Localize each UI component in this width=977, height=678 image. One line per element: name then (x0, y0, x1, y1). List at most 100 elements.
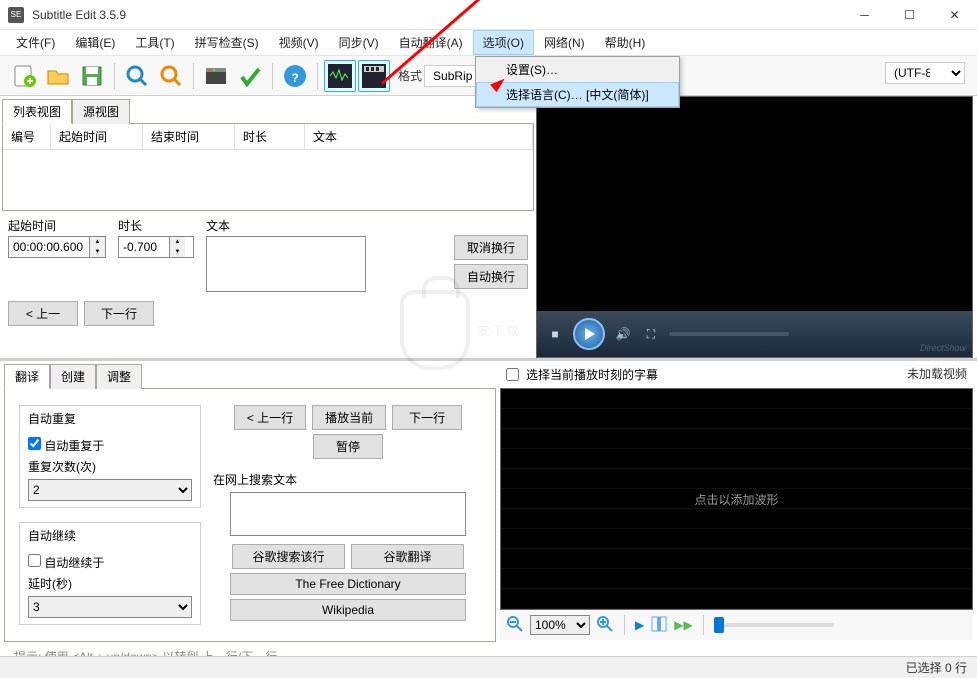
start-time-spinner[interactable]: ▲▼ (8, 236, 106, 258)
th-start[interactable]: 起始时间 (51, 124, 143, 149)
video-canvas[interactable] (537, 97, 972, 309)
spellcheck-icon[interactable] (234, 60, 266, 92)
app-icon: SE (8, 7, 24, 23)
menu-network[interactable]: 网络(N) (534, 30, 595, 55)
tab-listview[interactable]: 列表视图 (2, 99, 72, 124)
stop-icon[interactable]: ■ (545, 324, 565, 344)
tab-sourceview[interactable]: 源视图 (72, 99, 130, 124)
free-dictionary-button[interactable]: The Free Dictionary (230, 573, 466, 595)
fullscreen-icon[interactable]: ⛶ (641, 324, 661, 344)
start-time-input[interactable] (9, 237, 89, 257)
close-button[interactable]: ✕ (932, 0, 977, 30)
waveform-toolbar: 100% ▶ ▶▶ (500, 610, 973, 640)
subtitle-text-input[interactable] (206, 236, 366, 292)
tab-translate[interactable]: 翻译 (4, 364, 50, 389)
waveform-placeholder: 点击以添加波形 (694, 491, 778, 508)
prev-line-button[interactable]: < 上一 (8, 301, 78, 326)
menu-edit[interactable]: 编辑(E) (65, 30, 125, 55)
delay-label: 延时(秒) (28, 575, 192, 592)
zoom-in-icon[interactable] (596, 615, 614, 636)
text-label: 文本 (206, 217, 442, 234)
cancel-wrap-button[interactable]: 取消换行 (454, 235, 528, 260)
auto-continue-checkbox[interactable] (28, 554, 41, 567)
menu-tools[interactable]: 工具(T) (125, 30, 184, 55)
repeat-count-label: 重复次数(次) (28, 458, 192, 475)
maximize-button[interactable]: ☐ (887, 0, 932, 30)
select-sub-at-time-label: 选择当前播放时刻的字幕 (526, 366, 658, 383)
th-end[interactable]: 结束时间 (143, 124, 235, 149)
tab-create[interactable]: 创建 (50, 364, 96, 389)
subtitle-list-pane: 列表视图 源视图 编号 起始时间 结束时间 时长 文本 起始时间 ▲▼ (0, 96, 536, 358)
delay-select[interactable]: 3 (28, 596, 192, 618)
mute-icon[interactable]: 🔊 (613, 324, 633, 344)
waveform-icon[interactable] (324, 60, 356, 92)
menu-bar: 文件(F) 编辑(E) 工具(T) 拼写检查(S) 视频(V) 同步(V) 自动… (0, 30, 977, 56)
dropdown-settings[interactable]: 设置(S)… (476, 57, 679, 82)
search-web-input[interactable] (230, 492, 466, 536)
auto-continue-group: 自动继续 自动继续于 延时(秒) 3 (19, 522, 201, 625)
menu-sync[interactable]: 同步(V) (329, 30, 389, 55)
next-line-button[interactable]: 下一行 (84, 301, 154, 326)
window-title: Subtitle Edit 3.5.9 (32, 8, 842, 22)
start-time-label: 起始时间 (8, 217, 106, 234)
auto-repeat-checkbox[interactable] (28, 437, 41, 450)
th-text[interactable]: 文本 (305, 124, 533, 149)
menu-spell[interactable]: 拼写检查(S) (185, 30, 269, 55)
video-icon[interactable] (358, 60, 390, 92)
auto-repeat-group: 自动重复 自动重复于 重复次数(次) 2 (19, 405, 201, 508)
save-file-icon[interactable] (76, 60, 108, 92)
menu-file[interactable]: 文件(F) (6, 30, 65, 55)
wave-speed-slider[interactable] (714, 623, 834, 627)
encoding-select[interactable]: (UTF-8) (885, 62, 965, 84)
wikipedia-button[interactable]: Wikipedia (230, 599, 466, 621)
find-icon[interactable] (121, 60, 153, 92)
duration-label: 时长 (118, 217, 194, 234)
arrow-down-icon[interactable]: ▼ (90, 247, 105, 257)
visual-sync-icon[interactable] (200, 60, 232, 92)
wave-play-icon[interactable]: ▶ (635, 618, 644, 632)
prev-line-button-2[interactable]: < 上一行 (234, 405, 306, 430)
wave-next-icon[interactable]: ▶▶ (674, 618, 692, 632)
google-search-button[interactable]: 谷歌搜索该行 (232, 544, 345, 569)
volume-slider[interactable] (669, 332, 789, 336)
repeat-count-select[interactable]: 2 (28, 479, 192, 501)
svg-text:?: ? (291, 71, 298, 85)
pause-button[interactable]: 暂停 (313, 434, 383, 459)
arrow-up-icon[interactable]: ▲ (90, 237, 105, 247)
renderer-label: DirectShow (920, 343, 966, 353)
open-file-icon[interactable] (42, 60, 74, 92)
play-button[interactable] (573, 318, 605, 350)
select-sub-at-time-checkbox[interactable] (506, 368, 519, 381)
arrow-down-icon[interactable]: ▼ (170, 247, 185, 257)
format-label: 格式 (398, 67, 422, 84)
tab-adjust[interactable]: 调整 (96, 364, 142, 389)
duration-input[interactable] (119, 237, 169, 257)
wave-pos-icon[interactable] (650, 615, 668, 636)
google-translate-button[interactable]: 谷歌翻译 (351, 544, 464, 569)
new-file-icon[interactable] (8, 60, 40, 92)
status-bar: 已选择 0 行 (0, 656, 977, 678)
waveform-canvas[interactable]: 点击以添加波形 (500, 388, 973, 610)
dropdown-language[interactable]: 选择语言(C)… [中文(简体)] (476, 82, 679, 107)
zoom-select[interactable]: 100% (530, 615, 590, 635)
menu-autotranslate[interactable]: 自动翻译(A) (389, 30, 473, 55)
next-line-button-2[interactable]: 下一行 (392, 405, 462, 430)
menu-options[interactable]: 选项(O) (473, 30, 534, 55)
search-web-label: 在网上搜索文本 (213, 471, 297, 488)
zoom-out-icon[interactable] (506, 615, 524, 636)
minimize-button[interactable]: ─ (842, 0, 887, 30)
replace-icon[interactable] (155, 60, 187, 92)
subtitle-table[interactable]: 编号 起始时间 结束时间 时长 文本 (2, 124, 534, 211)
help-icon[interactable]: ? (279, 60, 311, 92)
th-num[interactable]: 编号 (3, 124, 51, 149)
play-current-button[interactable]: 播放当前 (312, 405, 386, 430)
auto-wrap-button[interactable]: 自动换行 (454, 264, 528, 289)
auto-repeat-title: 自动重复 (24, 410, 80, 427)
menu-video[interactable]: 视频(V) (269, 30, 329, 55)
arrow-up-icon[interactable]: ▲ (170, 237, 185, 247)
th-dur[interactable]: 时长 (235, 124, 305, 149)
duration-spinner[interactable]: ▲▼ (118, 236, 194, 258)
title-bar: SE Subtitle Edit 3.5.9 ─ ☐ ✕ (0, 0, 977, 30)
menu-help[interactable]: 帮助(H) (595, 30, 656, 55)
auto-continue-title: 自动继续 (24, 527, 80, 544)
